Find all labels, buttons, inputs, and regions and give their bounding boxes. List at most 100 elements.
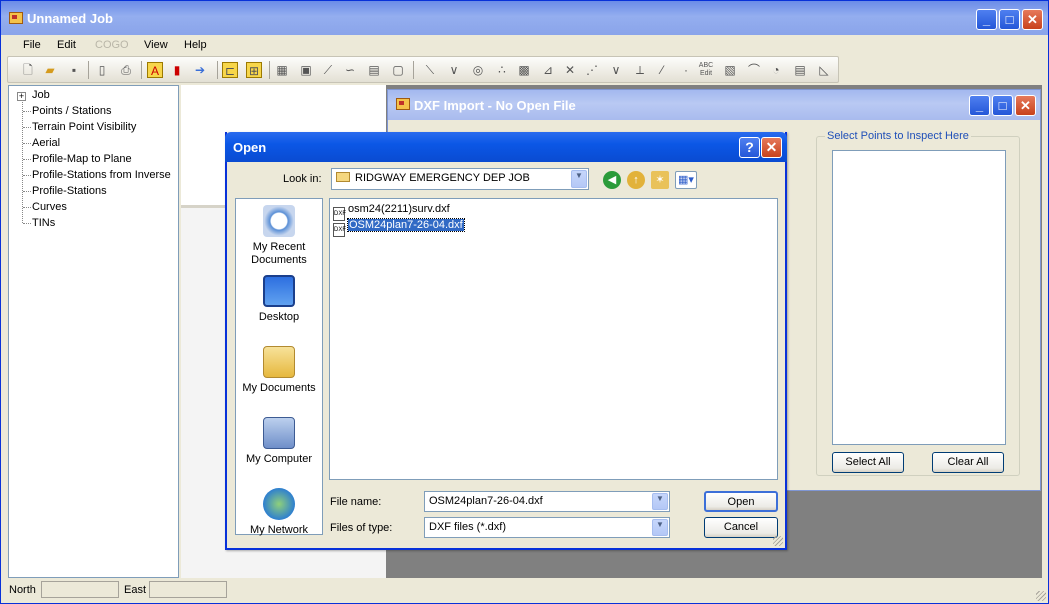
minimize-button[interactable]: _: [976, 9, 997, 30]
main-window-title: Unnamed Job: [27, 11, 113, 26]
panel-icon[interactable]: ▣: [298, 62, 314, 78]
text-edit-icon[interactable]: ABC Edit: [698, 62, 714, 78]
tree-item-aerial[interactable]: Aerial: [32, 137, 60, 149]
open-button[interactable]: Open: [704, 491, 778, 512]
maximize-button[interactable]: □: [999, 9, 1020, 30]
clear-all-button[interactable]: Clear All: [932, 452, 1004, 473]
diagonal-icon[interactable]: ⁄: [654, 62, 670, 78]
file-name-label: File name:: [330, 496, 382, 508]
dot-icon[interactable]: ·: [678, 62, 694, 78]
tree-item-tins[interactable]: TINs: [32, 217, 55, 229]
image-icon[interactable]: ▧: [722, 62, 738, 78]
chevron-down-icon[interactable]: ▼: [652, 519, 668, 536]
places-bar: My Recent Documents Desktop My Documents…: [235, 198, 323, 537]
dialog-close-button[interactable]: ✕: [761, 137, 782, 158]
look-in-label: Look in:: [283, 173, 322, 185]
perpendicular-icon[interactable]: ⟂: [632, 62, 648, 78]
status-resize-grip[interactable]: [1036, 591, 1046, 601]
menu-cogo[interactable]: COGO: [95, 39, 129, 51]
menu-help[interactable]: Help: [184, 39, 207, 51]
dxf-app-icon: [396, 98, 410, 110]
file-item-selected[interactable]: DXF OSM24plan7-26-04.dxf: [333, 218, 465, 237]
points-icon[interactable]: ∴: [494, 62, 510, 78]
circle-icon[interactable]: ◎: [470, 62, 486, 78]
close-button[interactable]: ✕: [1022, 9, 1043, 30]
export-icon[interactable]: ▮: [169, 62, 185, 78]
toolbar: 🗋 ▰ ▪ ▯ ⎙ A ▮ ➔ ⊏ ⊞ ▦ ▣ ⟋ ∽ ▤ ▢ ⟍ ∨ ◎ ∴ …: [7, 56, 839, 83]
place-my-network[interactable]: My Network: [236, 488, 322, 537]
select-all-button[interactable]: Select All: [832, 452, 904, 473]
line-icon[interactable]: ⟍: [422, 62, 438, 78]
new-file-icon[interactable]: 🗋: [20, 62, 36, 78]
angle-icon[interactable]: ∨: [446, 62, 462, 78]
save-icon[interactable]: ▪: [66, 62, 82, 78]
curve-icon[interactable]: ∽: [342, 62, 358, 78]
views-menu-icon[interactable]: ▦▾: [675, 171, 697, 189]
open-dialog-title-bar[interactable]: Open ? ✕: [225, 132, 787, 162]
tree-item-terrain-point-visibility[interactable]: Terrain Point Visibility: [32, 121, 136, 133]
file-list: DXF osm24(2211)surv.dxf DXF OSM24plan7-26-…: [329, 198, 778, 480]
dxf-minimize-button[interactable]: _: [969, 95, 990, 116]
intersect-icon[interactable]: ✕: [562, 62, 578, 78]
chevron-down-icon[interactable]: ▼: [571, 170, 587, 188]
polyline-icon[interactable]: ⊿: [540, 62, 556, 78]
zoom-extents-icon[interactable]: ⊞: [246, 62, 262, 78]
tree-item-points-stations[interactable]: Points / Stations: [32, 105, 112, 117]
new-folder-icon[interactable]: ✶: [651, 171, 669, 189]
import-dxf-icon[interactable]: A: [147, 62, 163, 78]
back-icon[interactable]: ◀: [603, 171, 621, 189]
menu-edit[interactable]: Edit: [57, 39, 76, 51]
transfer-icon[interactable]: ➔: [192, 62, 208, 78]
open-folder-icon[interactable]: ▰: [42, 62, 58, 78]
dxf-file-icon: DXF: [333, 223, 346, 237]
place-my-recent-documents[interactable]: My Recent Documents: [236, 205, 322, 267]
print-preview-icon[interactable]: ▯: [94, 62, 110, 78]
help-button[interactable]: ?: [739, 137, 760, 158]
expand-icon[interactable]: +: [17, 92, 26, 101]
main-title-bar[interactable]: Unnamed Job _ □ ✕: [1, 1, 1048, 35]
file-type-combo[interactable]: DXF files (*.dxf) ▼: [424, 517, 670, 538]
print-icon[interactable]: ⎙: [118, 62, 134, 78]
menu-view[interactable]: View: [144, 39, 168, 51]
tree-item-profile-map-to-plane[interactable]: Profile-Map to Plane: [32, 153, 132, 165]
folder-icon: [336, 172, 350, 182]
inspect-points-list[interactable]: [832, 150, 1006, 445]
dxf-close-button[interactable]: ✕: [1015, 95, 1036, 116]
tree-item-curves[interactable]: Curves: [32, 201, 67, 213]
offset-icon[interactable]: ⋰: [584, 62, 600, 78]
tree-item-profile-stations[interactable]: Profile-Stations: [32, 185, 107, 197]
grid-icon[interactable]: ▦: [274, 62, 290, 78]
my-network-icon: [263, 488, 295, 520]
file-name-combo[interactable]: OSM24plan7-26-04.dxf ▼: [424, 491, 670, 512]
resize-grip[interactable]: [773, 536, 783, 546]
place-my-documents[interactable]: My Documents: [236, 346, 322, 395]
dxf-maximize-button[interactable]: □: [992, 95, 1013, 116]
block-icon[interactable]: ▩: [516, 62, 532, 78]
layers-icon[interactable]: ▤: [366, 62, 382, 78]
inspect-points-label: Select Points to Inspect Here: [825, 130, 971, 142]
chevron-down-icon[interactable]: ▼: [652, 493, 668, 510]
dxf-import-title-bar[interactable]: DXF Import - No Open File _ □ ✕: [388, 90, 1040, 120]
file-name-value: OSM24plan7-26-04.dxf: [429, 495, 543, 507]
tree-item-job[interactable]: Job: [32, 89, 50, 101]
menu-file[interactable]: File: [23, 39, 41, 51]
tree-item-profile-stations-from-inverse[interactable]: Profile-Stations from Inverse: [32, 169, 171, 181]
north-value: [41, 581, 119, 598]
select-icon[interactable]: ⊏: [222, 62, 238, 78]
window-icon[interactable]: ▢: [390, 62, 406, 78]
my-documents-icon: [263, 346, 295, 378]
cancel-button[interactable]: Cancel: [704, 517, 778, 538]
triangle-icon[interactable]: ◺: [816, 62, 832, 78]
place-my-computer[interactable]: My Computer: [236, 417, 322, 466]
arc-icon[interactable]: ⌒: [746, 62, 762, 78]
file-item[interactable]: DXF osm24(2211)surv.dxf: [333, 202, 450, 221]
hatch-icon[interactable]: ▤: [792, 62, 808, 78]
sector-icon[interactable]: ◔: [768, 62, 784, 78]
look-in-combo[interactable]: RIDGWAY EMERGENCY DEP JOB ▼: [331, 168, 589, 190]
up-folder-icon[interactable]: ↑: [627, 171, 645, 189]
road-icon[interactable]: ⟋: [320, 62, 336, 78]
vee-icon[interactable]: ∨: [608, 62, 624, 78]
inspect-points-group: Select Points to Inspect Here Select All…: [816, 130, 1020, 476]
place-desktop[interactable]: Desktop: [236, 275, 322, 324]
file-type-value: DXF files (*.dxf): [429, 521, 507, 533]
